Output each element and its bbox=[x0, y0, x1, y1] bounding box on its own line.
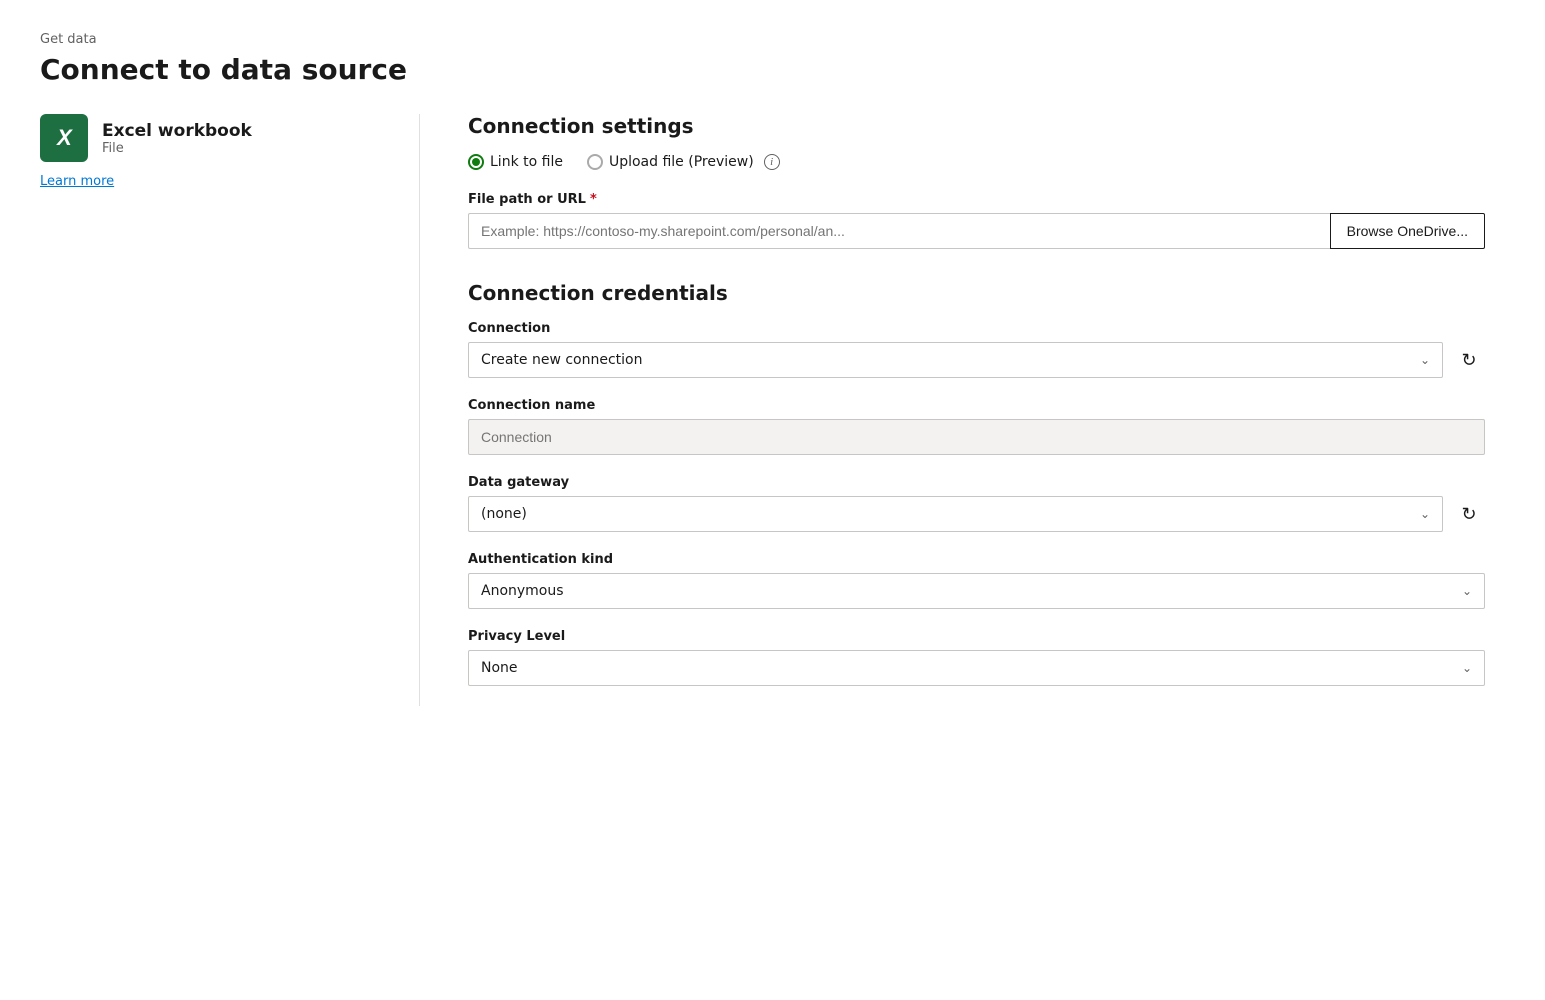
refresh-icon: ↻ bbox=[1461, 350, 1476, 371]
connection-settings-title: Connection settings bbox=[468, 114, 1485, 138]
required-star: * bbox=[590, 192, 597, 207]
connection-credentials-title: Connection credentials bbox=[468, 281, 1485, 305]
auth-kind-select[interactable]: Anonymous ⌄ bbox=[468, 573, 1485, 609]
radio-circle-upload-file bbox=[587, 154, 603, 170]
learn-more-link[interactable]: Learn more bbox=[40, 174, 379, 189]
connection-refresh-button[interactable]: ↻ bbox=[1453, 344, 1485, 376]
right-panel: Connection settings Link to file Upload … bbox=[420, 114, 1505, 706]
connection-field-label: Connection bbox=[468, 321, 1485, 336]
data-gateway-group: Data gateway (none) ⌄ ↻ bbox=[468, 475, 1485, 532]
radio-dot-link-to-file bbox=[472, 158, 480, 166]
auth-kind-group: Authentication kind Anonymous ⌄ bbox=[468, 552, 1485, 609]
radio-group: Link to file Upload file (Preview) i bbox=[468, 154, 1485, 170]
connection-name-group: Connection name bbox=[468, 398, 1485, 455]
data-gateway-select-row: (none) ⌄ ↻ bbox=[468, 496, 1485, 532]
refresh-icon-gateway: ↻ bbox=[1461, 504, 1476, 525]
radio-label-link-to-file: Link to file bbox=[490, 154, 563, 170]
credentials-section: Connection credentials Connection Create… bbox=[468, 281, 1485, 686]
file-path-input[interactable] bbox=[468, 213, 1330, 249]
radio-link-to-file[interactable]: Link to file bbox=[468, 154, 563, 170]
chevron-down-icon: ⌄ bbox=[1420, 353, 1430, 367]
file-path-label: File path or URL * bbox=[468, 192, 1485, 207]
info-icon[interactable]: i bbox=[764, 154, 780, 170]
data-gateway-select[interactable]: (none) ⌄ bbox=[468, 496, 1443, 532]
connection-value: Create new connection bbox=[481, 352, 643, 368]
browse-onedrive-button[interactable]: Browse OneDrive... bbox=[1330, 213, 1485, 249]
source-info: Excel workbook File bbox=[102, 121, 252, 156]
excel-icon: X bbox=[40, 114, 88, 162]
radio-circle-link-to-file bbox=[468, 154, 484, 170]
auth-kind-value: Anonymous bbox=[481, 583, 564, 599]
privacy-level-label: Privacy Level bbox=[468, 629, 1485, 644]
connection-select[interactable]: Create new connection ⌄ bbox=[468, 342, 1443, 378]
chevron-down-icon-auth: ⌄ bbox=[1462, 584, 1472, 598]
source-name: Excel workbook bbox=[102, 121, 252, 141]
data-gateway-label: Data gateway bbox=[468, 475, 1485, 490]
breadcrumb: Get data bbox=[40, 32, 1505, 47]
file-path-row: Browse OneDrive... bbox=[468, 213, 1485, 249]
file-path-group: File path or URL * Browse OneDrive... bbox=[468, 192, 1485, 249]
chevron-down-icon-gateway: ⌄ bbox=[1420, 507, 1430, 521]
connection-name-input[interactable] bbox=[468, 419, 1485, 455]
excel-icon-letter: X bbox=[57, 125, 71, 151]
source-type: File bbox=[102, 141, 252, 156]
connection-field-group: Connection Create new connection ⌄ ↻ bbox=[468, 321, 1485, 378]
left-panel: X Excel workbook File Learn more bbox=[40, 114, 420, 706]
privacy-level-select[interactable]: None ⌄ bbox=[468, 650, 1485, 686]
data-gateway-value: (none) bbox=[481, 506, 527, 522]
privacy-level-group: Privacy Level None ⌄ bbox=[468, 629, 1485, 686]
connection-select-row: Create new connection ⌄ ↻ bbox=[468, 342, 1485, 378]
auth-kind-label: Authentication kind bbox=[468, 552, 1485, 567]
gateway-refresh-button[interactable]: ↻ bbox=[1453, 498, 1485, 530]
connection-name-label: Connection name bbox=[468, 398, 1485, 413]
privacy-level-value: None bbox=[481, 660, 518, 676]
radio-upload-file[interactable]: Upload file (Preview) i bbox=[587, 154, 780, 170]
radio-label-upload-file: Upload file (Preview) bbox=[609, 154, 754, 170]
chevron-down-icon-privacy: ⌄ bbox=[1462, 661, 1472, 675]
source-card: X Excel workbook File Learn more bbox=[40, 114, 379, 189]
page-title: Connect to data source bbox=[40, 53, 1505, 86]
source-header: X Excel workbook File bbox=[40, 114, 379, 162]
